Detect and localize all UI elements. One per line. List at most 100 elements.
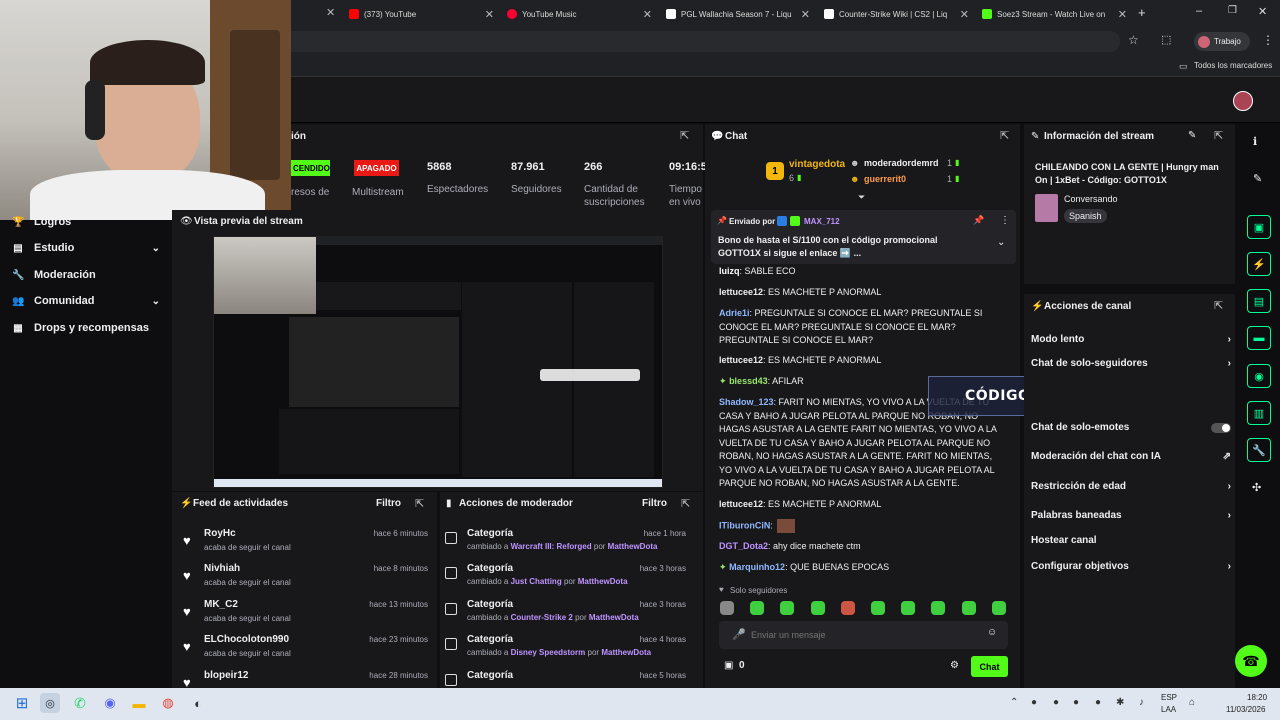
- stream-video[interactable]: [213, 236, 663, 488]
- emote-button[interactable]: [750, 601, 764, 615]
- tray-icon[interactable]: ●: [1053, 697, 1059, 708]
- popout-icon[interactable]: ⇱: [681, 497, 690, 510]
- language-indicator[interactable]: ESP: [1161, 693, 1177, 702]
- popout-icon[interactable]: ⇱: [415, 497, 424, 510]
- browser-tab[interactable]: Counter-Strike Wiki | CS2 | Liq ✕: [824, 3, 969, 25]
- browser-menu-icon[interactable]: ⋮: [1262, 33, 1274, 47]
- emoji-icon[interactable]: ☺: [987, 627, 997, 638]
- popout-icon[interactable]: ⇱: [680, 129, 689, 142]
- emote-button[interactable]: [720, 601, 734, 615]
- rail-button-clip[interactable]: ▣: [1247, 215, 1271, 239]
- action-emote-only[interactable]: Chat de solo-emotes: [1031, 422, 1231, 433]
- chevron-up-icon[interactable]: ⌃: [1010, 697, 1018, 708]
- action-ai-moderation[interactable]: Moderación del chat con IA ⇗: [1031, 451, 1231, 462]
- emote-button[interactable]: [811, 601, 825, 615]
- more-icon[interactable]: ⋮: [1000, 215, 1010, 226]
- all-bookmarks-link[interactable]: Todos los marcadores: [1194, 61, 1272, 70]
- close-window-icon[interactable]: ✕: [1258, 5, 1267, 18]
- rail-button-poll[interactable]: ▤: [1247, 289, 1271, 313]
- tray-icon[interactable]: ●: [1073, 697, 1079, 708]
- chat-input[interactable]: [751, 627, 971, 643]
- unpin-icon[interactable]: 📌: [973, 215, 984, 226]
- app-icon[interactable]: ◐: [188, 693, 208, 713]
- rail-button-monitor[interactable]: ▥: [1247, 401, 1271, 425]
- network-icon[interactable]: ⌂: [1189, 697, 1195, 708]
- browser-tab[interactable]: YouTube Music ✕: [507, 3, 652, 25]
- emote-button[interactable]: [871, 601, 885, 615]
- browser-tab[interactable]: (373) YouTube ✕: [349, 3, 494, 25]
- new-tab-icon[interactable]: +: [1138, 5, 1146, 20]
- microphone-icon[interactable]: ♪: [1139, 697, 1144, 708]
- rail-button-broadcast[interactable]: ◉: [1247, 364, 1271, 388]
- emote-button[interactable]: [962, 601, 976, 615]
- emote-button[interactable]: [780, 601, 794, 615]
- leaderboard-user[interactable]: vintagedota: [789, 159, 845, 170]
- windows-start-icon[interactable]: ⊞: [12, 693, 32, 713]
- emote-button[interactable]: [901, 601, 915, 615]
- apps-icon[interactable]: ✣: [1252, 481, 1261, 494]
- action-followers-only[interactable]: Chat de solo-seguidores ›: [1031, 358, 1231, 369]
- profile-button[interactable]: Trabajo: [1194, 32, 1250, 51]
- minimize-icon[interactable]: –: [1196, 5, 1202, 17]
- emote-button[interactable]: [992, 601, 1006, 615]
- user-avatar[interactable]: [1233, 91, 1253, 111]
- close-tab-icon[interactable]: ✕: [485, 8, 494, 21]
- discord-icon[interactable]: ◉: [100, 693, 120, 713]
- close-tab-icon[interactable]: ✕: [960, 8, 969, 21]
- info-icon[interactable]: ℹ: [1253, 135, 1257, 148]
- leaderboard-user[interactable]: guerrerit0: [864, 174, 906, 184]
- steam-icon[interactable]: ◎: [40, 693, 60, 713]
- whatsapp-icon[interactable]: ✆: [70, 693, 90, 713]
- close-tab-icon[interactable]: ✕: [1118, 8, 1127, 21]
- sidebar-item-moderacion[interactable]: 🔧 Moderación: [12, 269, 96, 281]
- close-tab-icon[interactable]: ✕: [643, 8, 652, 21]
- list-item: ♥ blopeir12 hace 28 minutos: [183, 670, 428, 688]
- rail-button-chat[interactable]: ▬: [1247, 326, 1271, 350]
- microphone-icon[interactable]: 🎤: [732, 628, 746, 641]
- sidebar-item-drops[interactable]: ▦ Drops y recompensas: [12, 322, 149, 334]
- help-support-button[interactable]: ☎: [1235, 645, 1267, 677]
- tray-icon[interactable]: ●: [1095, 697, 1101, 708]
- rail-button-bolt[interactable]: ⚡: [1247, 252, 1271, 276]
- action-slow-mode[interactable]: Modo lento ›: [1031, 334, 1231, 345]
- pencil-icon[interactable]: ✎: [1253, 172, 1262, 185]
- gear-icon[interactable]: ⚙: [950, 660, 959, 671]
- emote-only-toggle[interactable]: [1211, 422, 1231, 433]
- points-icon[interactable]: ▣: [724, 660, 733, 671]
- emote-button[interactable]: [841, 601, 855, 615]
- rail-button-wrench[interactable]: 🔧: [1247, 438, 1271, 462]
- sidebar-item-comunidad[interactable]: 👥 Comunidad ⌄: [12, 295, 160, 307]
- bluetooth-icon[interactable]: ✱: [1116, 697, 1124, 708]
- leaderboard-user[interactable]: moderadordemrd: [864, 158, 939, 168]
- close-tab-icon[interactable]: ✕: [326, 6, 335, 19]
- popout-icon[interactable]: ⇱: [1000, 129, 1009, 142]
- restore-icon[interactable]: ❐: [1228, 5, 1237, 16]
- filter-button[interactable]: Filtro: [376, 498, 401, 509]
- action-banned-words[interactable]: Palabras baneadas ›: [1031, 510, 1231, 521]
- popout-icon[interactable]: ⇱: [1214, 129, 1223, 142]
- sidebar-item-logros[interactable]: 🏆 Logros: [12, 216, 71, 228]
- chrome-icon[interactable]: ◍: [158, 693, 178, 713]
- sidebar-item-estudio[interactable]: ▤ Estudio ⌄: [12, 242, 160, 254]
- emote-button[interactable]: [931, 601, 945, 615]
- popout-icon[interactable]: ⇱: [1214, 299, 1223, 312]
- clock-time[interactable]: 18:20: [1247, 693, 1267, 702]
- extensions-icon[interactable]: ⬚: [1161, 33, 1171, 46]
- filter-button[interactable]: Filtro: [642, 498, 667, 509]
- collapse-icon[interactable]: ⏷: [858, 192, 865, 203]
- action-age-restriction[interactable]: Restricción de edad ›: [1031, 481, 1231, 492]
- edit-icon[interactable]: ✎: [1188, 130, 1196, 141]
- action-configure-goals[interactable]: Configurar objetivos ›: [1031, 561, 1231, 572]
- tray-icon[interactable]: ●: [1031, 697, 1037, 708]
- badge-icon: ✦: [719, 562, 727, 572]
- send-chat-button[interactable]: Chat: [971, 656, 1008, 677]
- close-tab-icon[interactable]: ✕: [801, 8, 810, 21]
- browser-tab-active[interactable]: Soez3 Stream - Watch Live on ✕: [982, 3, 1127, 25]
- action-host-channel[interactable]: Hostear canal: [1031, 535, 1231, 546]
- browser-tab[interactable]: PGL Wallachia Season 7 - Liqu ✕: [666, 3, 810, 25]
- chat-input-box[interactable]: 🎤 ☺: [719, 621, 1008, 649]
- category-name[interactable]: Conversando: [1064, 194, 1118, 204]
- chevron-down-icon[interactable]: ⌄: [997, 237, 1005, 248]
- bookmark-star-icon[interactable]: ☆: [1128, 33, 1139, 47]
- file-explorer-icon[interactable]: ▬: [129, 693, 149, 713]
